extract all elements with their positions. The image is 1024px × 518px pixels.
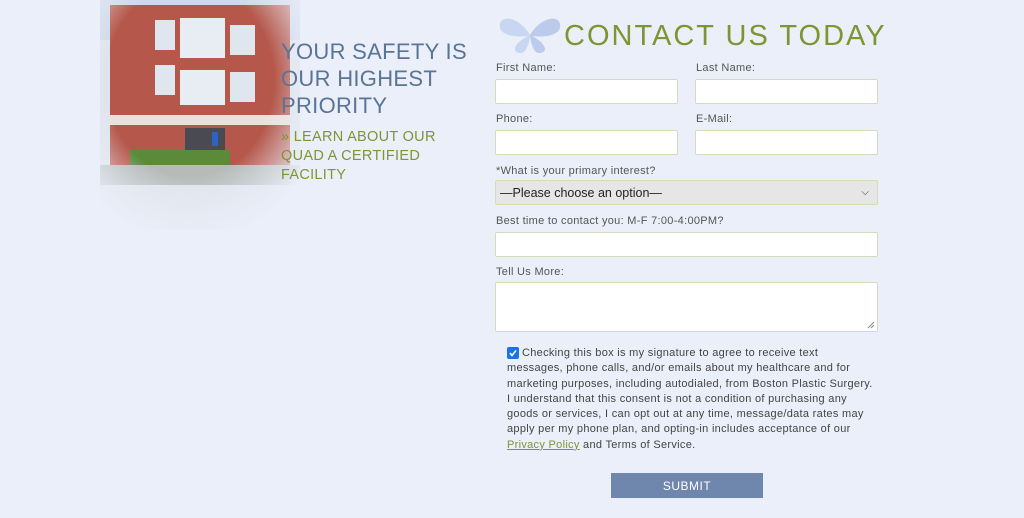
building-photo — [100, 0, 300, 230]
interest-label: *What is your primary interest? — [496, 165, 656, 177]
safety-tagline: YOUR SAFETY IS OUR HIGHEST PRIORITY — [281, 39, 467, 118]
submit-button[interactable]: SUBMIT — [611, 473, 763, 498]
interest-select[interactable]: —Please choose an option— ⌵ — [495, 180, 878, 205]
resize-grip-icon[interactable] — [867, 321, 875, 329]
tell-us-more-label: Tell Us More: — [496, 266, 565, 278]
consent-text-body: Checking this box is my signature to agr… — [507, 347, 873, 436]
phone-label: Phone: — [496, 113, 533, 125]
first-name-label: First Name: — [496, 62, 557, 74]
quad-a-facility-link[interactable]: » LEARN ABOUT OUR QUAD A CERTIFIED FACIL… — [281, 128, 461, 185]
consent-text-end: and Terms of Service. — [579, 438, 696, 451]
form-title: CONTACT US TODAY — [564, 20, 887, 52]
last-name-field[interactable] — [695, 79, 878, 104]
first-name-field[interactable] — [495, 79, 678, 104]
interest-select-value: —Please choose an option— — [500, 185, 662, 200]
butterfly-logo-icon — [498, 16, 562, 54]
email-label: E-Mail: — [696, 113, 733, 125]
chevron-down-icon: ⌵ — [861, 187, 869, 198]
privacy-policy-link[interactable]: Privacy Policy — [507, 439, 580, 451]
tell-us-more-textarea[interactable] — [495, 282, 878, 332]
email-field[interactable] — [695, 130, 878, 155]
best-time-field[interactable] — [495, 232, 878, 257]
last-name-label: Last Name: — [696, 62, 756, 74]
phone-field[interactable] — [495, 130, 678, 155]
best-time-label: Best time to contact you: M-F 7:00-4:00P… — [496, 215, 724, 227]
consent-text: Checking this box is my signature to agr… — [507, 346, 877, 453]
